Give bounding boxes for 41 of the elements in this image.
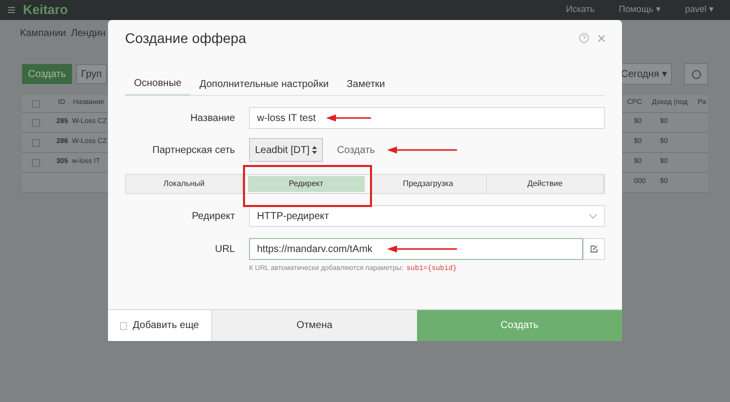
edit-button[interactable] — [583, 238, 605, 260]
dialog-tab[interactable]: Дополнительные настройки — [190, 72, 338, 96]
refresh-button[interactable] — [684, 63, 708, 85]
mode-tab[interactable]: Локальный — [126, 175, 243, 193]
create-network-link[interactable]: Создать — [337, 142, 376, 158]
row-checkbox[interactable] — [32, 100, 40, 108]
annotation-arrow — [326, 114, 371, 122]
row-checkbox[interactable] — [32, 138, 40, 146]
help-icon[interactable] — [579, 33, 589, 43]
close-icon[interactable] — [598, 34, 605, 42]
mode-tab[interactable]: Действие — [487, 175, 604, 193]
edit-icon — [590, 245, 598, 253]
refresh-icon — [692, 70, 700, 78]
mode-tab[interactable]: Предзагрузка — [370, 175, 487, 193]
field-label: Партнерская сеть — [151, 144, 235, 158]
dialog-tab[interactable]: Заметки — [338, 72, 394, 96]
header-link[interactable]: Помощь ▾ — [618, 3, 661, 17]
add-more-checkbox[interactable] — [120, 322, 127, 330]
header-link[interactable]: Искать — [566, 3, 595, 17]
group-button[interactable]: Груп — [76, 64, 107, 84]
cancel-button[interactable]: Отмена — [211, 310, 417, 341]
header-link[interactable]: pavel ▾ — [684, 3, 714, 17]
add-more-label: Добавить еще — [132, 319, 199, 333]
annotation-arrow — [387, 245, 458, 253]
field-label: Редирект — [190, 210, 235, 224]
field-label: URL — [214, 242, 235, 256]
mode-tab[interactable]: Редирект — [248, 176, 365, 192]
brand-logo: Keitaro — [23, 1, 68, 20]
sort-caret-icon — [312, 146, 317, 154]
dialog-tab[interactable]: Основные — [125, 72, 190, 96]
annotation-arrow — [387, 146, 458, 154]
url-input[interactable]: https://mandarv.com/tAmk — [249, 238, 583, 260]
name-input[interactable]: w-loss IT test — [249, 107, 605, 129]
field-label: Название — [189, 112, 235, 126]
dialog-title: Создание оффера — [125, 28, 246, 48]
redirect-select[interactable]: HTTP-редирект — [249, 205, 605, 227]
row-checkbox[interactable] — [32, 118, 40, 126]
row-checkbox[interactable] — [32, 158, 40, 166]
chevron-down-icon — [589, 214, 597, 218]
network-select[interactable]: Leadbit [DT] — [249, 138, 323, 162]
menu-icon[interactable] — [8, 7, 15, 13]
